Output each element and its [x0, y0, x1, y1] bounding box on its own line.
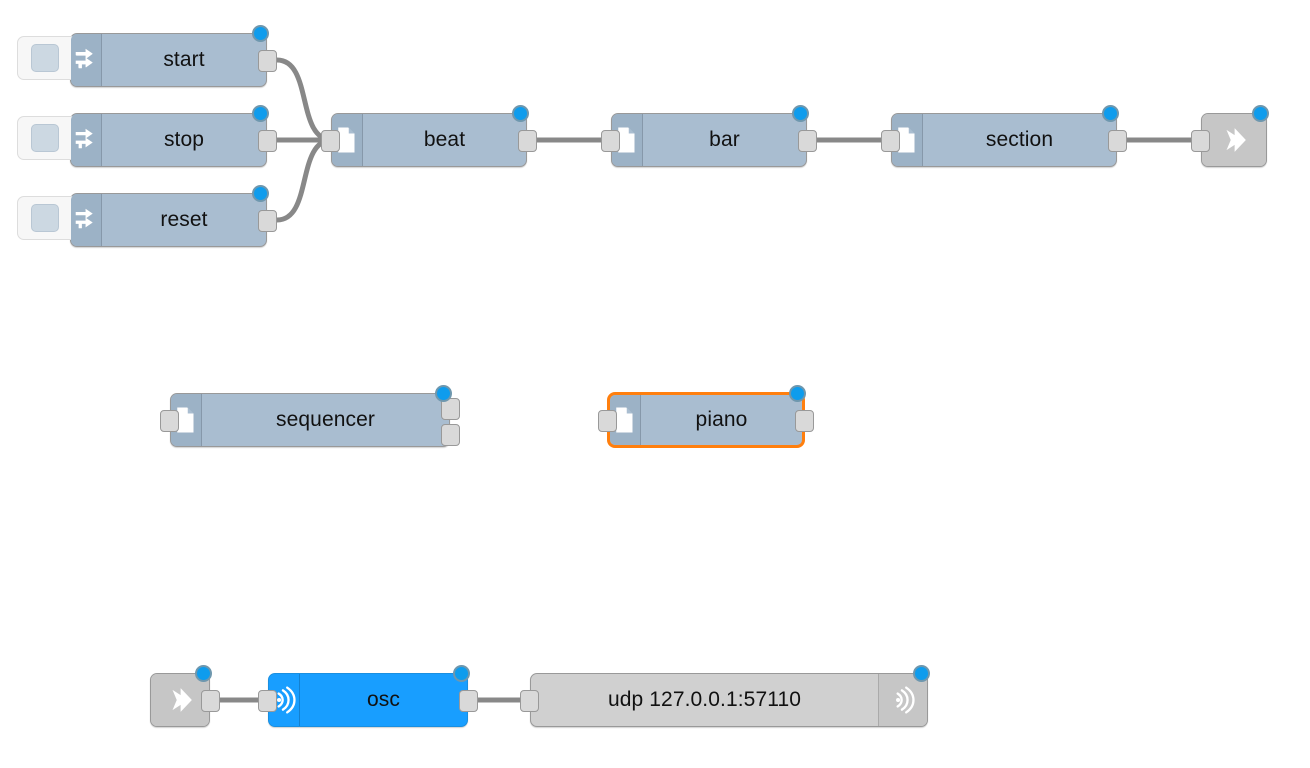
node-label: stop [163, 128, 205, 151]
output-port[interactable] [258, 210, 277, 232]
input-port[interactable] [321, 130, 340, 152]
node-udp-out[interactable]: udp 127.0.0.1:57110 [520, 665, 930, 727]
status-dot [789, 385, 806, 402]
status-dot [252, 185, 269, 202]
node-label: sequencer [276, 408, 375, 431]
output-port[interactable] [258, 50, 277, 72]
wire-start-beat [274, 57, 335, 143]
status-dot [792, 105, 809, 122]
output-port[interactable] [258, 130, 277, 152]
node-function-sequencer[interactable]: sequencer [160, 385, 460, 447]
output-port[interactable] [795, 410, 814, 432]
status-dot [1252, 105, 1269, 122]
inject-arrow-icon [71, 114, 102, 166]
status-dot [1102, 105, 1119, 122]
node-label: bar [709, 128, 740, 151]
output-port[interactable] [459, 690, 478, 712]
status-dot [453, 665, 470, 682]
flow-canvas[interactable]: start stop reset beat bar section sequen… [0, 0, 1310, 768]
input-port[interactable] [160, 410, 179, 432]
node-function-section[interactable]: section [881, 105, 1127, 167]
output-port[interactable] [798, 130, 817, 152]
node-label: reset [160, 208, 208, 231]
node-inject-stop[interactable]: stop [17, 105, 277, 167]
wire-reset-beat [274, 137, 335, 223]
node-label: udp 127.0.0.1:57110 [607, 688, 802, 711]
node-label: section [985, 128, 1054, 151]
status-dot [195, 665, 212, 682]
input-port[interactable] [258, 690, 277, 712]
inject-button-start[interactable] [17, 36, 73, 80]
node-link-out-top[interactable] [1191, 105, 1269, 167]
output-port[interactable] [518, 130, 537, 152]
link-arrow-icon [1202, 114, 1266, 166]
status-dot [252, 25, 269, 42]
node-function-beat[interactable]: beat [321, 105, 537, 167]
node-function-piano[interactable]: piano [598, 385, 814, 447]
node-function-bar[interactable]: bar [601, 105, 817, 167]
inject-arrow-icon [71, 194, 102, 246]
input-port[interactable] [1191, 130, 1210, 152]
inject-button-pad [31, 124, 59, 152]
inject-button-reset[interactable] [17, 196, 73, 240]
input-port[interactable] [598, 410, 617, 432]
output-port-2[interactable] [441, 424, 460, 446]
node-label: beat [423, 128, 466, 151]
inject-button-pad [31, 204, 59, 232]
output-port[interactable] [201, 690, 220, 712]
node-label: osc [367, 688, 400, 711]
status-dot [252, 105, 269, 122]
input-port[interactable] [881, 130, 900, 152]
input-port[interactable] [520, 690, 539, 712]
input-port[interactable] [601, 130, 620, 152]
inject-button-pad [31, 44, 59, 72]
status-dot [435, 385, 452, 402]
inject-arrow-icon [71, 34, 102, 86]
node-label: piano [695, 408, 748, 431]
node-inject-reset[interactable]: reset [17, 185, 277, 247]
node-link-in-bottom[interactable] [150, 665, 220, 727]
inject-button-stop[interactable] [17, 116, 73, 160]
node-inject-start[interactable]: start [17, 25, 277, 87]
node-label: start [163, 48, 205, 71]
status-dot [512, 105, 529, 122]
node-osc[interactable]: osc [258, 665, 478, 727]
output-port[interactable] [1108, 130, 1127, 152]
status-dot [913, 665, 930, 682]
